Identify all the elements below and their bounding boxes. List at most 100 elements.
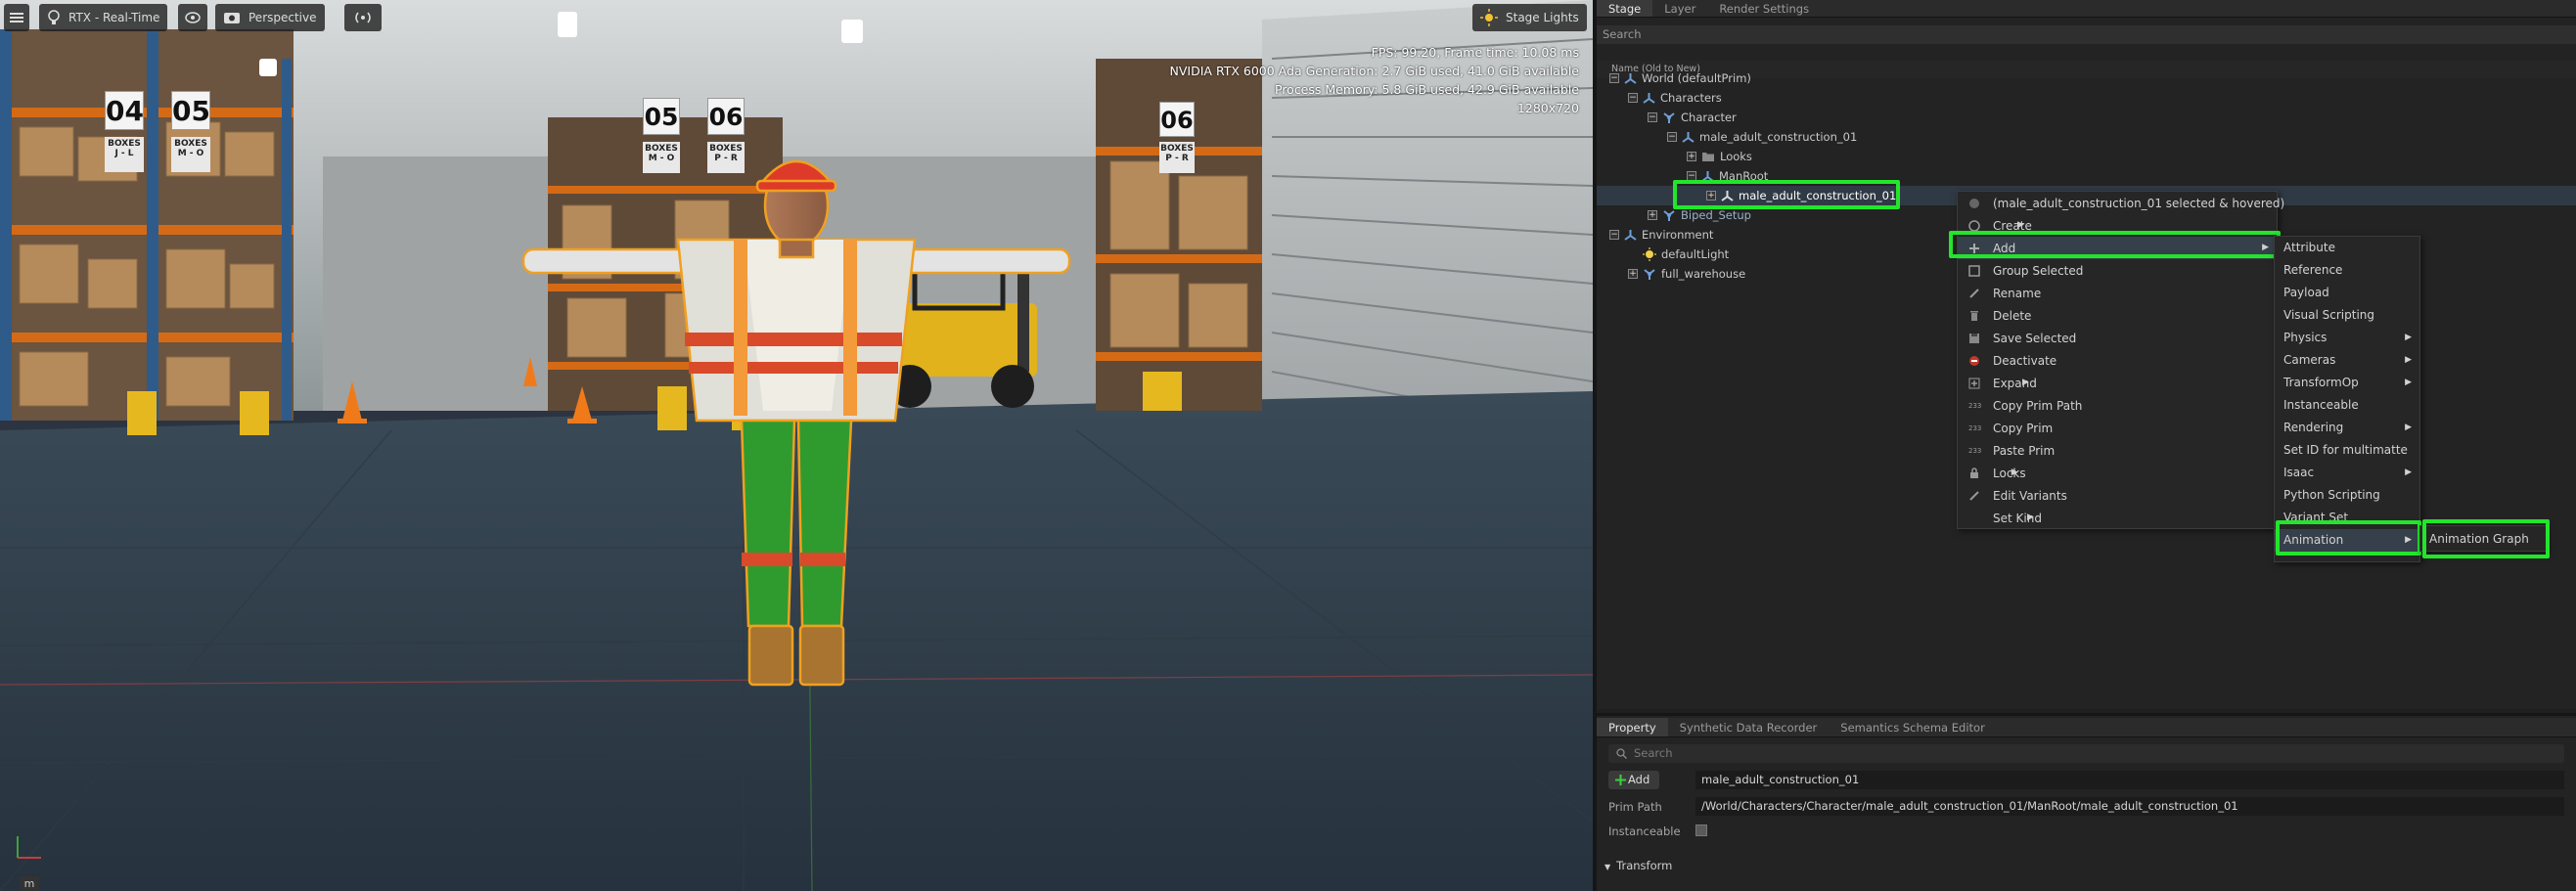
- menu-item-create[interactable]: Create ▶: [1958, 214, 2032, 237]
- visibility-button[interactable]: [178, 4, 207, 31]
- lock-icon: [1970, 468, 1978, 478]
- skeleton-icon: [1721, 190, 1734, 201]
- tab-stage[interactable]: Stage: [1597, 0, 1653, 17]
- menu-item-rename[interactable]: Rename: [1958, 282, 2041, 304]
- tree-item-full-warehouse[interactable]: + full_warehouse: [1628, 264, 1745, 284]
- tree-item-male-adult-construction[interactable]: − male_adult_construction_01: [1667, 127, 1857, 147]
- expand-icon[interactable]: +: [1628, 269, 1638, 279]
- xform-icon: [1682, 131, 1695, 143]
- collapse-icon[interactable]: −: [1609, 230, 1619, 240]
- stage-lights-button[interactable]: Stage Lights: [1472, 4, 1587, 31]
- tree-item-environment[interactable]: − Environment: [1609, 225, 1713, 245]
- menu-item-physics[interactable]: Physics ▶: [2275, 327, 2419, 349]
- prim-path-field[interactable]: /World/Characters/Character/male_adult_c…: [1695, 797, 2564, 816]
- tree-item-biped-setup[interactable]: + Biped_Setup: [1648, 205, 1751, 225]
- expand-icon[interactable]: +: [1706, 191, 1716, 200]
- property-tabbar: Property Synthetic Data Recorder Semanti…: [1597, 718, 2576, 737]
- renderer-button[interactable]: RTX - Real-Time: [39, 4, 168, 31]
- menu-item-isaac[interactable]: Isaac ▶: [2275, 462, 2419, 484]
- skel-root-icon: [1644, 268, 1655, 280]
- xform-icon: [1701, 170, 1714, 182]
- menu-item-paste-prim[interactable]: 233 Paste Prim: [1958, 439, 2055, 462]
- menu-item-instanceable[interactable]: Instanceable: [2275, 394, 2359, 417]
- menu-item-python-scripting[interactable]: Python Scripting: [2275, 484, 2380, 507]
- tree-item-manroot[interactable]: − ManRoot: [1687, 166, 1768, 186]
- submenu-arrow-icon: ▶: [2405, 423, 2412, 432]
- menu-item-transformop[interactable]: TransformOp ▶: [2275, 372, 2419, 394]
- collapse-icon[interactable]: −: [1687, 171, 1696, 181]
- plus-icon: [1969, 244, 1979, 253]
- warehouse-scene: [0, 0, 1593, 891]
- menu-item-copy-prim-path[interactable]: 233 Copy Prim Path: [1958, 394, 2082, 417]
- shelf-number-sign: 05: [171, 91, 210, 130]
- collapse-icon[interactable]: −: [1648, 112, 1657, 122]
- menu-item-variant-set[interactable]: Variant Set: [2275, 507, 2348, 529]
- menu-item-visual-scripting[interactable]: Visual Scripting: [2275, 304, 2374, 327]
- tree-item-character[interactable]: − Character: [1648, 108, 1737, 127]
- tree-item-world[interactable]: − World (defaultPrim): [1609, 68, 1751, 88]
- shelf-plate: BOXES J - L: [105, 137, 144, 172]
- viewport[interactable]: 04 05 05 06 06 BOXES J - L BOXES M - O B…: [0, 0, 1593, 891]
- menu-item-rendering[interactable]: Rendering ▶: [2275, 417, 2419, 439]
- menu-item-locks[interactable]: Locks ▶: [1958, 462, 2026, 484]
- expand-icon[interactable]: +: [1687, 152, 1696, 161]
- menu-item-attribute[interactable]: Attribute: [2275, 237, 2335, 259]
- collapse-icon[interactable]: −: [1667, 132, 1677, 142]
- viewport-menu-button[interactable]: [4, 4, 29, 31]
- submenu-arrow-icon: ▶: [2016, 220, 2024, 230]
- menu-item-payload[interactable]: Payload: [2275, 282, 2329, 304]
- menu-item-set-kind[interactable]: Set Kind ▶: [1958, 507, 2042, 529]
- instanceable-checkbox[interactable]: [1695, 824, 1707, 836]
- tree-item-skeleton-selected[interactable]: + male_adult_construction_01: [1706, 186, 1896, 205]
- add-submenu: Attribute Reference Payload Visual Scrip…: [2274, 236, 2420, 562]
- tab-property[interactable]: Property: [1597, 718, 1668, 736]
- tree-item-characters[interactable]: − Characters: [1628, 88, 1722, 108]
- create-icon: [1968, 220, 1980, 232]
- menu-item-deactivate[interactable]: Deactivate: [1958, 349, 2056, 372]
- xform-icon: [1643, 92, 1655, 104]
- tree-item-default-light[interactable]: defaultLight: [1643, 245, 1729, 264]
- submenu-arrow-icon: ▶: [2405, 535, 2412, 545]
- broadcast-icon: [355, 12, 371, 23]
- menu-item-expand[interactable]: Expand ▶: [1958, 372, 2037, 394]
- tab-semantics-schema-editor[interactable]: Semantics Schema Editor: [1829, 718, 1997, 736]
- sun-icon: [1480, 9, 1498, 26]
- menu-item-delete[interactable]: Delete: [1958, 304, 2031, 327]
- audio-button[interactable]: [344, 4, 382, 31]
- process-memory-text: Process Memory: 5.8 GiB used, 42.9 GiB a…: [1274, 82, 1579, 97]
- menu-item-animation[interactable]: Animation ▶: [2275, 529, 2419, 552]
- menu-item-selection-info: (male_adult_construction_01 selected & h…: [1958, 192, 2284, 214]
- pencil-icon: [1969, 491, 1979, 501]
- search-icon: [1616, 748, 1627, 759]
- collapse-icon[interactable]: −: [1609, 73, 1619, 83]
- menu-item-cameras[interactable]: Cameras ▶: [2275, 349, 2419, 372]
- submenu-arrow-icon: ▶: [2405, 355, 2412, 365]
- menu-item-copy-prim[interactable]: 233 Copy Prim: [1958, 417, 2053, 439]
- submenu-arrow-icon: ▶: [2011, 468, 2018, 477]
- menu-item-save-selected[interactable]: Save Selected: [1958, 327, 2076, 349]
- menu-item-add[interactable]: Add ▶: [1958, 237, 2277, 259]
- deactivate-icon: [1969, 356, 1979, 366]
- tab-synthetic-data-recorder[interactable]: Synthetic Data Recorder: [1668, 718, 1830, 736]
- shelf-number-sign: 06: [707, 98, 745, 135]
- property-search-input[interactable]: Search: [1608, 744, 2564, 763]
- menu-item-reference[interactable]: Reference: [2275, 259, 2342, 282]
- tree-item-looks[interactable]: + Looks: [1687, 147, 1752, 166]
- menu-item-group-selected[interactable]: Group Selected: [1958, 259, 2083, 282]
- tab-render-settings[interactable]: Render Settings: [1707, 0, 1821, 17]
- tab-layer[interactable]: Layer: [1652, 0, 1707, 17]
- prim-name-field[interactable]: male_adult_construction_01: [1695, 771, 2564, 789]
- camera-icon: [224, 13, 240, 23]
- collapse-icon[interactable]: −: [1628, 93, 1638, 103]
- stage-search-input[interactable]: Search: [1597, 25, 2576, 44]
- menu-item-edit-variants[interactable]: Edit Variants: [1958, 484, 2067, 507]
- submenu-arrow-icon: ▶: [2027, 512, 2034, 522]
- transform-section-header[interactable]: ▼ Transform: [1604, 859, 1672, 872]
- camera-label: Perspective: [249, 11, 317, 24]
- menu-item-animation-graph[interactable]: Animation Graph: [2420, 528, 2529, 551]
- expand-icon[interactable]: +: [1648, 210, 1657, 220]
- menu-item-set-id-multimatte[interactable]: Set ID for multimatte: [2275, 439, 2408, 462]
- submenu-arrow-icon: ▶: [2405, 468, 2412, 477]
- light-icon: [1643, 247, 1656, 261]
- camera-button[interactable]: Perspective: [215, 4, 325, 31]
